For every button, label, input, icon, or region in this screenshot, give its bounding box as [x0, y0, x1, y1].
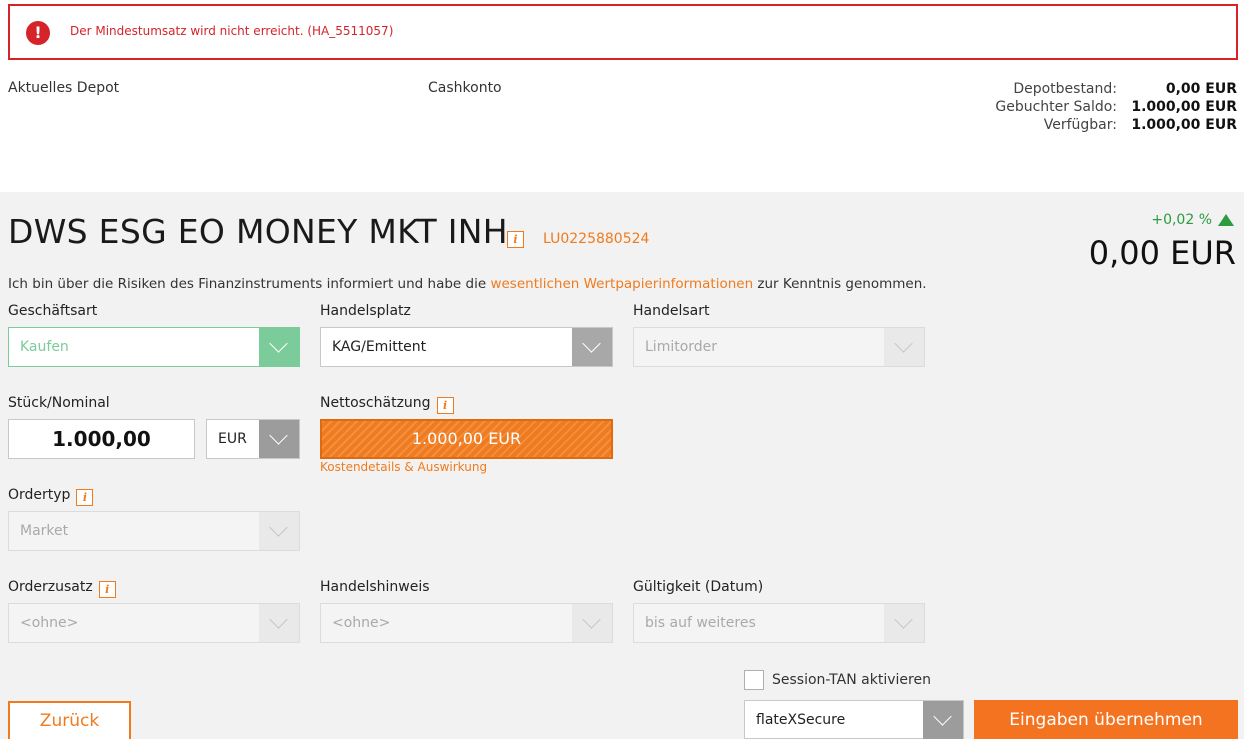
chevron-down-icon [884, 328, 924, 366]
session-tan-checkbox[interactable] [744, 670, 764, 690]
stueck-label: Stück/Nominal [8, 395, 110, 411]
ordertyp-label-text: Ordertyp [8, 487, 71, 503]
handelsplatz-label: Handelsplatz [320, 303, 411, 319]
price-change-value: +0,02 % [1151, 212, 1212, 228]
risk-text-after: zur Kenntnis genommen. [753, 276, 927, 292]
handelshinweis-label: Handelshinweis [320, 579, 430, 595]
summary-row-saldo: Gebuchter Saldo: 1.000,00 EUR [995, 98, 1237, 116]
currency-select[interactable]: EUR [206, 419, 300, 459]
orderzusatz-label-text: Orderzusatz [8, 579, 93, 595]
error-banner: ! Der Mindestumsatz wird nicht erreicht.… [8, 4, 1238, 60]
handelshinweis-select: <ohne> [320, 603, 613, 643]
chevron-down-icon[interactable] [923, 701, 963, 739]
session-tan-label: Session-TAN aktivieren [772, 672, 931, 688]
submit-button[interactable]: Eingaben übernehmen [974, 700, 1238, 739]
geschaeftsart-select[interactable]: Kaufen [8, 327, 300, 367]
netto-label-text: Nettoschätzung [320, 395, 431, 411]
exclamation-icon: ! [26, 21, 50, 45]
orderzusatz-value: <ohne> [20, 615, 79, 631]
geschaeftsart-label: Geschäftsart [8, 303, 98, 319]
handelshinweis-value: <ohne> [332, 615, 391, 631]
gueltigkeit-select: bis auf weiteres [633, 603, 925, 643]
handelsart-label: Handelsart [633, 303, 710, 319]
summary-value: 1.000,00 EUR [1131, 117, 1237, 133]
chevron-down-icon[interactable] [259, 420, 299, 458]
summary-row-verfuegbar: Verfügbar: 1.000,00 EUR [995, 116, 1237, 134]
netto-label: Nettoschätzung i [320, 395, 454, 414]
ordertyp-label: Ordertyp i [8, 487, 94, 506]
chevron-down-icon[interactable] [259, 328, 299, 366]
netto-estimate: 1.000,00 EUR [320, 419, 613, 459]
wertpapierinformationen-link[interactable]: wesentlichen Wertpapierinformationen [490, 276, 753, 292]
back-button[interactable]: Zurück [8, 701, 131, 739]
info-icon[interactable]: i [76, 489, 94, 506]
depot-label: Aktuelles Depot [8, 80, 120, 96]
chevron-down-icon [884, 604, 924, 642]
summary-value: 0,00 EUR [1165, 81, 1237, 97]
arrow-up-icon [1218, 214, 1234, 226]
security-name: DWS ESG EO MONEY MKT INH [8, 212, 508, 251]
chevron-down-icon [572, 604, 612, 642]
gueltigkeit-value: bis auf weiteres [645, 615, 756, 631]
tan-method-select[interactable]: flateXSecure [744, 700, 964, 739]
chevron-down-icon [259, 604, 299, 642]
summary-value: 1.000,00 EUR [1131, 99, 1237, 115]
account-summary: Depotbestand: 0,00 EUR Gebuchter Saldo: … [995, 80, 1237, 134]
summary-row-depotbestand: Depotbestand: 0,00 EUR [995, 80, 1237, 98]
ordertyp-select: Market [8, 511, 300, 551]
ordertyp-value: Market [20, 523, 69, 539]
risk-text-before: Ich bin über die Risiken des Finanzinstr… [8, 276, 491, 292]
quantity-input[interactable]: 1.000,00 [8, 419, 195, 459]
order-form-panel [0, 192, 1244, 739]
security-price: 0,00 EUR [1088, 234, 1236, 272]
info-icon[interactable]: i [436, 397, 454, 414]
currency-value: EUR [218, 431, 247, 447]
info-icon[interactable]: i [98, 581, 116, 598]
security-isin: LU0225880524 [543, 231, 650, 247]
handelsplatz-value: KAG/Emittent [332, 339, 427, 355]
orderzusatz-select: <ohne> [8, 603, 300, 643]
error-message: Der Mindestumsatz wird nicht erreicht. (… [70, 24, 394, 38]
summary-label: Verfügbar: [1043, 117, 1117, 133]
handelsplatz-select[interactable]: KAG/Emittent [320, 327, 613, 367]
info-icon[interactable]: i [507, 231, 524, 248]
handelsart-select: Limitorder [633, 327, 925, 367]
chevron-down-icon[interactable] [572, 328, 612, 366]
orderzusatz-label: Orderzusatz i [8, 579, 116, 598]
summary-label: Depotbestand: [1013, 81, 1117, 97]
summary-label: Gebuchter Saldo: [995, 99, 1117, 115]
cashkonto-label: Cashkonto [428, 80, 502, 96]
geschaeftsart-value: Kaufen [20, 339, 69, 355]
tan-method-value: flateXSecure [756, 712, 846, 728]
kostendetails-link[interactable]: Kostendetails & Auswirkung [320, 460, 487, 474]
handelsart-value: Limitorder [645, 339, 718, 355]
risk-disclaimer: Ich bin über die Risiken des Finanzinstr… [8, 276, 927, 292]
price-change: +0,02 % [1151, 212, 1234, 228]
gueltigkeit-label: Gültigkeit (Datum) [633, 579, 764, 595]
chevron-down-icon [259, 512, 299, 550]
